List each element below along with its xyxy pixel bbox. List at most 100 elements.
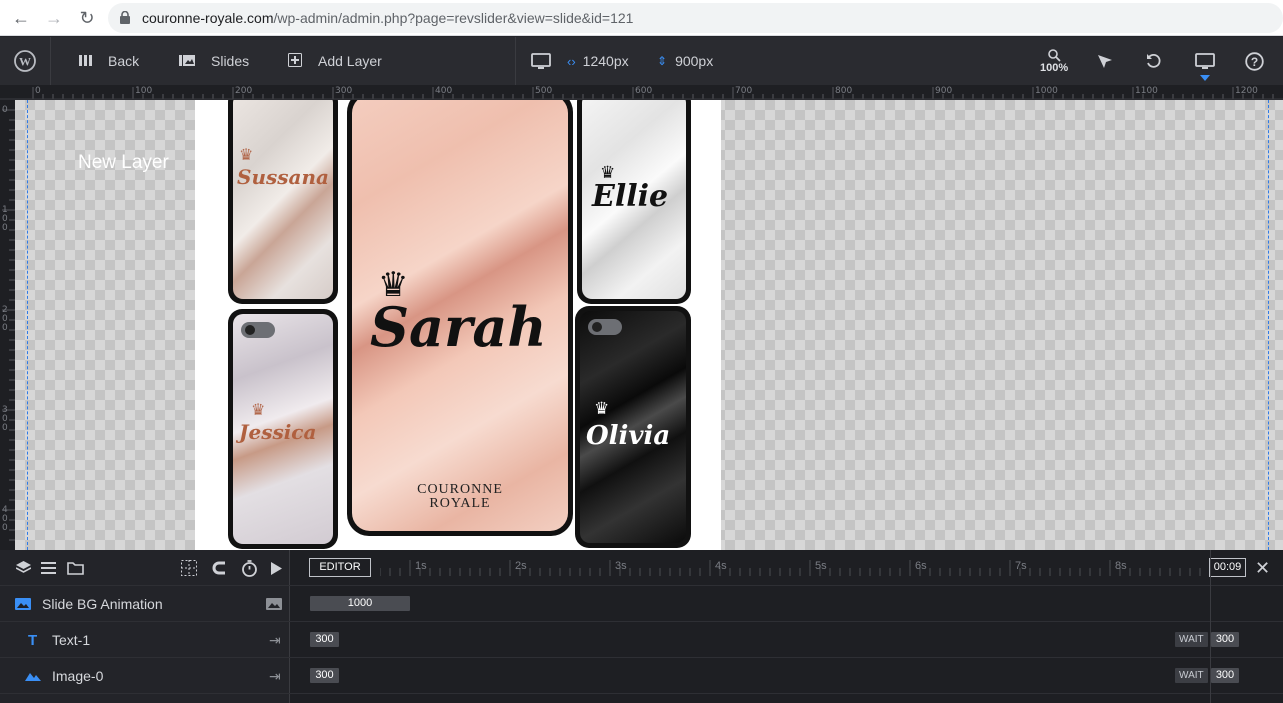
image-icon (15, 586, 31, 622)
monitor-icon (531, 52, 551, 69)
editor-button[interactable]: EDITOR (309, 558, 371, 577)
duration-chip[interactable]: 300 (310, 632, 339, 647)
device-desktop-button[interactable] (531, 37, 551, 85)
list-view-button[interactable] (41, 550, 56, 586)
brand-line-2: ROYALE (429, 496, 491, 511)
folder-button[interactable] (67, 550, 84, 586)
timer-button[interactable] (241, 550, 258, 586)
snap-button[interactable] (212, 550, 228, 586)
back-label: Back (108, 53, 140, 69)
phone-case-sussana: ♛ Sussana (228, 100, 338, 304)
layers-icon (16, 561, 31, 573)
wait-label: WAIT (1175, 632, 1208, 647)
wait-label: WAIT (1175, 668, 1208, 683)
browser-bar: ← → ↻ couronne-royale.com/wp-admin/admin… (0, 0, 1283, 36)
device-preview-button[interactable] (1195, 37, 1215, 85)
brand-logo: COURONNE ROYALE (352, 483, 568, 511)
duration-chip[interactable]: 300 (310, 668, 339, 683)
add-layer-button[interactable]: Add Layer (288, 37, 382, 85)
close-icon[interactable]: ✕ (1255, 550, 1270, 586)
ruler-label: 100 (135, 86, 153, 96)
row-label: Slide BG Animation (42, 596, 163, 612)
back-arrow-icon[interactable]: ← (11, 8, 31, 28)
lock-icon (120, 11, 130, 24)
timeline-header: EDITOR 1s 2s 3s 4s 5s 6s 7s 8s 00:09 ✕ (0, 550, 1283, 586)
camera-icon (241, 322, 275, 338)
jump-end-icon[interactable]: ⇥ (269, 658, 281, 694)
row-label: Image-0 (52, 668, 104, 684)
ruler-vertical: 0 100 200 300 400 (0, 100, 15, 550)
ruler-label: 0 (35, 86, 41, 96)
undo-button[interactable] (1146, 37, 1162, 85)
slides-icon (179, 53, 195, 69)
slides-label: Slides (211, 53, 250, 69)
forward-arrow-icon[interactable]: → (44, 8, 64, 28)
phone-name-jessica: Jessica (239, 420, 317, 444)
reload-icon[interactable]: ↻ (77, 8, 97, 28)
height-arrows-icon: ⇕ (657, 54, 668, 68)
ruler-label: 300 (335, 86, 353, 96)
phone-case-sarah: ♛ Sarah COURONNE ROYALE (347, 100, 573, 536)
wordpress-logo-button[interactable]: W (14, 37, 36, 85)
duration-chip[interactable]: 1000 (310, 596, 410, 611)
timeline-panel: EDITOR 1s 2s 3s 4s 5s 6s 7s 8s 00:09 ✕ Slide BG… (0, 550, 1283, 703)
monitor-icon (1195, 52, 1215, 69)
timeline-second-label: 2s (515, 560, 527, 572)
timeline-row-slide-bg[interactable]: Slide BG Animation 1000 (0, 586, 1283, 622)
guide-line-left (27, 100, 28, 550)
back-button[interactable]: Back (79, 37, 139, 85)
help-button[interactable]: ? (1245, 37, 1264, 85)
grid-toggle-button[interactable] (181, 550, 197, 586)
help-icon: ? (1245, 51, 1264, 71)
timeline-row-text-1[interactable]: T Text-1 ⇥ 300 WAIT 300 (0, 622, 1283, 658)
timeline-second-label: 6s (915, 560, 927, 572)
camera-icon (588, 319, 622, 335)
zoom-button[interactable]: 100% (1040, 37, 1068, 85)
phone-case-ellie: ♛ Ellie (577, 100, 691, 304)
height-control[interactable]: ⇕ 900px (657, 37, 713, 85)
phone-case-olivia: ♛ Olivia (575, 306, 691, 548)
guide-line-right (1268, 100, 1269, 550)
caret-down-icon (1200, 75, 1210, 81)
ruler-label: 100 (2, 205, 8, 233)
ruler-horizontal: 0 100 200 300 400 500 600 700 800 900 1000 1100 1200 (0, 85, 1283, 100)
width-control[interactable]: ‹› 1240px (567, 37, 629, 85)
slide-image-layer[interactable]: ♛ Sussana ♛ Jessica ♛ Sarah COURONNE ROY… (195, 100, 721, 550)
timeline-second-label: 1s (415, 560, 427, 572)
select-tool-button[interactable] (1097, 37, 1113, 85)
time-input[interactable]: 00:09 (1209, 558, 1246, 577)
ruler-label: 200 (2, 305, 8, 333)
address-bar[interactable]: couronne-royale.com/wp-admin/admin.php?p… (108, 3, 1283, 33)
phone-name-olivia: Olivia (586, 421, 671, 451)
timeline-second-label: 3s (615, 560, 627, 572)
slide-canvas[interactable]: New Layer ♛ Sussana ♛ Jessica ♛ Sarah CO… (15, 100, 1283, 550)
layers-icon-button[interactable] (16, 550, 31, 586)
play-button[interactable] (271, 550, 282, 586)
folder-icon (67, 562, 84, 575)
slides-button[interactable]: Slides (179, 37, 249, 85)
stopwatch-icon (242, 559, 257, 577)
row-label: Text-1 (52, 632, 91, 648)
ruler-label: 500 (535, 86, 553, 96)
crown-icon: ♛ (239, 145, 254, 164)
brand-line-1: COURONNE (417, 482, 503, 497)
new-layer-text[interactable]: New Layer (78, 152, 169, 174)
ruler-label: 1200 (1235, 86, 1258, 96)
out-duration-chip[interactable]: 300 (1211, 668, 1239, 683)
timeline-row-image-0[interactable]: Image-0 ⇥ 300 WAIT 300 (0, 658, 1283, 694)
crown-icon: ♛ (594, 399, 610, 419)
ruler-label: 1100 (1135, 86, 1158, 96)
toolbar-divider (50, 37, 51, 85)
toolbar-divider (515, 37, 516, 85)
magnet-icon (212, 561, 225, 575)
out-duration-chip[interactable]: 300 (1211, 632, 1239, 647)
zoom-value: 100% (1040, 61, 1069, 74)
timeline-second-label: 5s (815, 560, 827, 572)
phone-name-sussana: Sussana (237, 165, 329, 189)
phone-name-ellie: Ellie (592, 179, 669, 214)
text-type-icon: T (28, 631, 38, 649)
undo-icon (1147, 53, 1161, 68)
bg-image-icon[interactable] (266, 586, 282, 622)
timeline-second-label: 8s (1115, 560, 1127, 572)
jump-end-icon[interactable]: ⇥ (269, 622, 281, 658)
